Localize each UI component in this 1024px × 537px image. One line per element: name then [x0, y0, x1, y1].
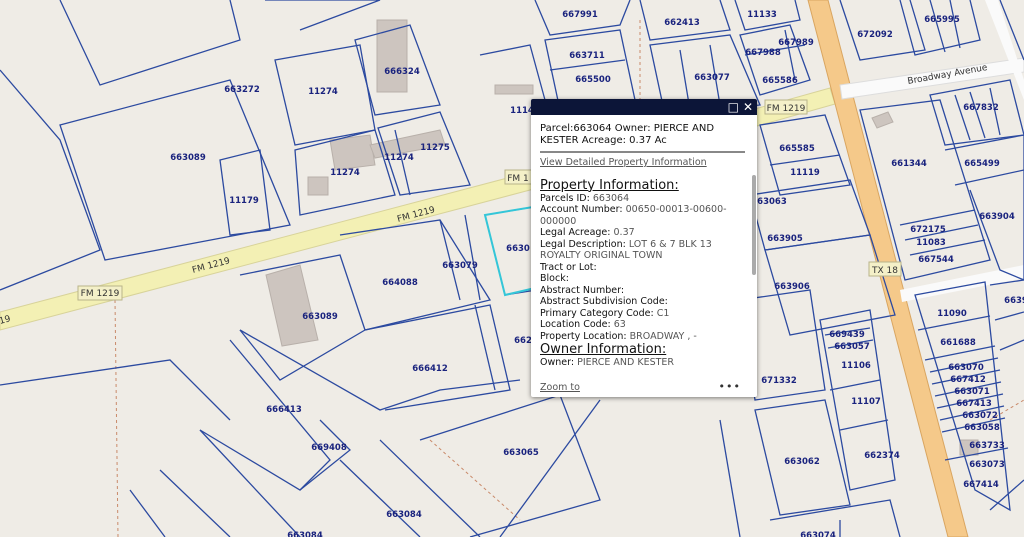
parcel-popup: □ ✕ Parcel:663064 Owner: PIERCE AND KEST…: [531, 99, 757, 397]
parcel-label[interactable]: 661688: [940, 338, 976, 348]
parcel-label[interactable]: 663905: [767, 234, 803, 244]
popup-scrollbar[interactable]: [752, 175, 756, 275]
parcel-label[interactable]: 661344: [891, 159, 927, 169]
maximize-icon[interactable]: □: [728, 100, 739, 114]
parcel-label[interactable]: 669408: [311, 443, 347, 453]
property-field: Primary Category Code: C1: [540, 307, 670, 319]
parcel-label[interactable]: 11106: [841, 361, 871, 371]
parcel-label[interactable]: 11274: [384, 153, 414, 163]
property-field: Abstract Subdivision Code:: [540, 296, 668, 307]
parcel-label[interactable]: 11274: [308, 87, 338, 97]
property-field: Block:: [540, 273, 569, 284]
property-field: Legal Description: LOT 6 & 7 BLK 13 ROYA…: [540, 238, 712, 262]
property-fields: Parcels ID: 663064 Account Number: 00650-…: [540, 193, 745, 343]
parcel-label[interactable]: 663077: [694, 73, 730, 83]
parcel-label[interactable]: 663062: [784, 457, 820, 467]
parcel-label[interactable]: 663084: [287, 531, 323, 537]
parcel-label[interactable]: 663906: [774, 282, 810, 292]
popup-content[interactable]: Parcel:663064 Owner: PIERCE AND KESTER A…: [531, 115, 757, 375]
parcel-label[interactable]: 662: [514, 336, 532, 346]
parcel-label[interactable]: 11133: [747, 10, 777, 20]
owner-field: Owner: PIERCE AND KESTER: [540, 357, 675, 368]
parcel-label[interactable]: 665586: [762, 76, 798, 86]
svg-text:FM 1: FM 1: [507, 174, 529, 184]
parcel-label[interactable]: 11275: [420, 143, 450, 153]
zoom-to-link[interactable]: Zoom to: [540, 382, 580, 393]
parcel-label[interactable]: 666324: [384, 67, 420, 77]
parcel-label[interactable]: 667412: [950, 375, 986, 385]
property-field: Account Number: 00650-00013-00600-000000: [540, 204, 727, 227]
view-detailed-link[interactable]: View Detailed Property Information: [540, 157, 745, 169]
parcel-label[interactable]: 663057: [834, 342, 870, 352]
parcel-label[interactable]: 667988: [745, 48, 781, 58]
svg-text:FM 1219: FM 1219: [767, 104, 806, 114]
parcel-label[interactable]: 663073: [969, 460, 1005, 470]
parcel-label[interactable]: 669439: [829, 330, 865, 340]
parcel-label[interactable]: 667989: [778, 38, 814, 48]
parcel-label[interactable]: 6639: [1004, 296, 1024, 306]
property-field: Tract or Lot:: [540, 261, 597, 273]
parcel-label[interactable]: 667413: [956, 399, 992, 409]
parcel-label[interactable]: 667991: [562, 10, 598, 20]
parcel-label[interactable]: 6630: [506, 244, 530, 254]
close-icon[interactable]: ✕: [743, 100, 753, 114]
parcel-label[interactable]: 11090: [937, 309, 967, 319]
parcel-label[interactable]: 662413: [664, 18, 700, 28]
parcel-label[interactable]: 672092: [857, 30, 893, 40]
popup-header: □ ✕: [531, 99, 757, 115]
tx18-shield: TX 18: [868, 261, 902, 277]
parcel-label[interactable]: 671332: [761, 376, 797, 386]
more-actions-button[interactable]: •••: [719, 380, 741, 393]
popup-title: Parcel:663064 Owner: PIERCE AND KESTER A…: [540, 123, 715, 146]
parcel-label[interactable]: 11119: [790, 168, 820, 178]
property-field: Abstract Number:: [540, 284, 625, 296]
parcel-label[interactable]: 663079: [442, 261, 478, 271]
fm1219-shield-3: FM 1219: [764, 99, 808, 115]
parcel-label[interactable]: 666412: [412, 364, 448, 374]
property-heading: Property Information:: [540, 177, 679, 193]
parcel-label[interactable]: 11083: [916, 238, 946, 248]
parcel-label[interactable]: 672175: [910, 225, 946, 235]
parcel-label[interactable]: 663071: [954, 387, 990, 397]
property-field: Property Location: BROADWAY , -: [540, 330, 697, 342]
parcel-map[interactable]: FM 1219 FM 1219 19 Broadway Avenue FM 12…: [0, 0, 1024, 537]
parcel-label[interactable]: 665995: [924, 15, 960, 25]
parcel-label[interactable]: 663084: [386, 510, 422, 520]
parcel-label[interactable]: 664088: [382, 278, 418, 288]
parcel-label[interactable]: 11179: [229, 196, 259, 206]
parcel-label[interactable]: 667544: [918, 255, 954, 265]
fm1219-shield: FM 1219: [77, 285, 123, 301]
road-right: [985, 0, 1024, 100]
parcel-label[interactable]: 663058: [964, 423, 1000, 433]
parcel-label[interactable]: 665585: [779, 144, 815, 154]
parcel-label[interactable]: 665499: [964, 159, 1000, 169]
svg-text:FM 1219: FM 1219: [81, 289, 120, 299]
parcel-label[interactable]: 663711: [569, 51, 605, 61]
property-field: Parcels ID: 663064: [540, 192, 630, 204]
svg-text:TX 18: TX 18: [871, 266, 898, 276]
parcel-label[interactable]: 663074: [800, 531, 836, 537]
parcel-label[interactable]: 665500: [575, 75, 611, 85]
parcel-label[interactable]: 11274: [330, 168, 360, 178]
parcel-label[interactable]: 663904: [979, 212, 1015, 222]
parcel-label[interactable]: 667414: [963, 480, 999, 490]
parcel-label[interactable]: 663733: [969, 441, 1005, 451]
parcel-label[interactable]: 662374: [864, 451, 900, 461]
owner-heading: Owner Information:: [540, 342, 667, 357]
parcel-label[interactable]: 663089: [302, 312, 338, 322]
property-field: Legal Acreage: 0.37: [540, 227, 635, 238]
parcel-label[interactable]: 667832: [963, 103, 999, 113]
fm1219-shield-2: FM 1: [504, 169, 534, 185]
property-field: Location Code: 63: [540, 319, 626, 330]
parcel-label[interactable]: 663065: [503, 448, 539, 458]
parcel-label[interactable]: 663070: [948, 363, 984, 373]
parcel-label[interactable]: 666413: [266, 405, 302, 415]
parcel-label[interactable]: 11107: [851, 397, 881, 407]
parcel-label[interactable]: 663089: [170, 153, 206, 163]
divider: [540, 151, 745, 153]
parcel-label[interactable]: 663272: [224, 85, 260, 95]
parcel-label[interactable]: 663072: [962, 411, 998, 421]
